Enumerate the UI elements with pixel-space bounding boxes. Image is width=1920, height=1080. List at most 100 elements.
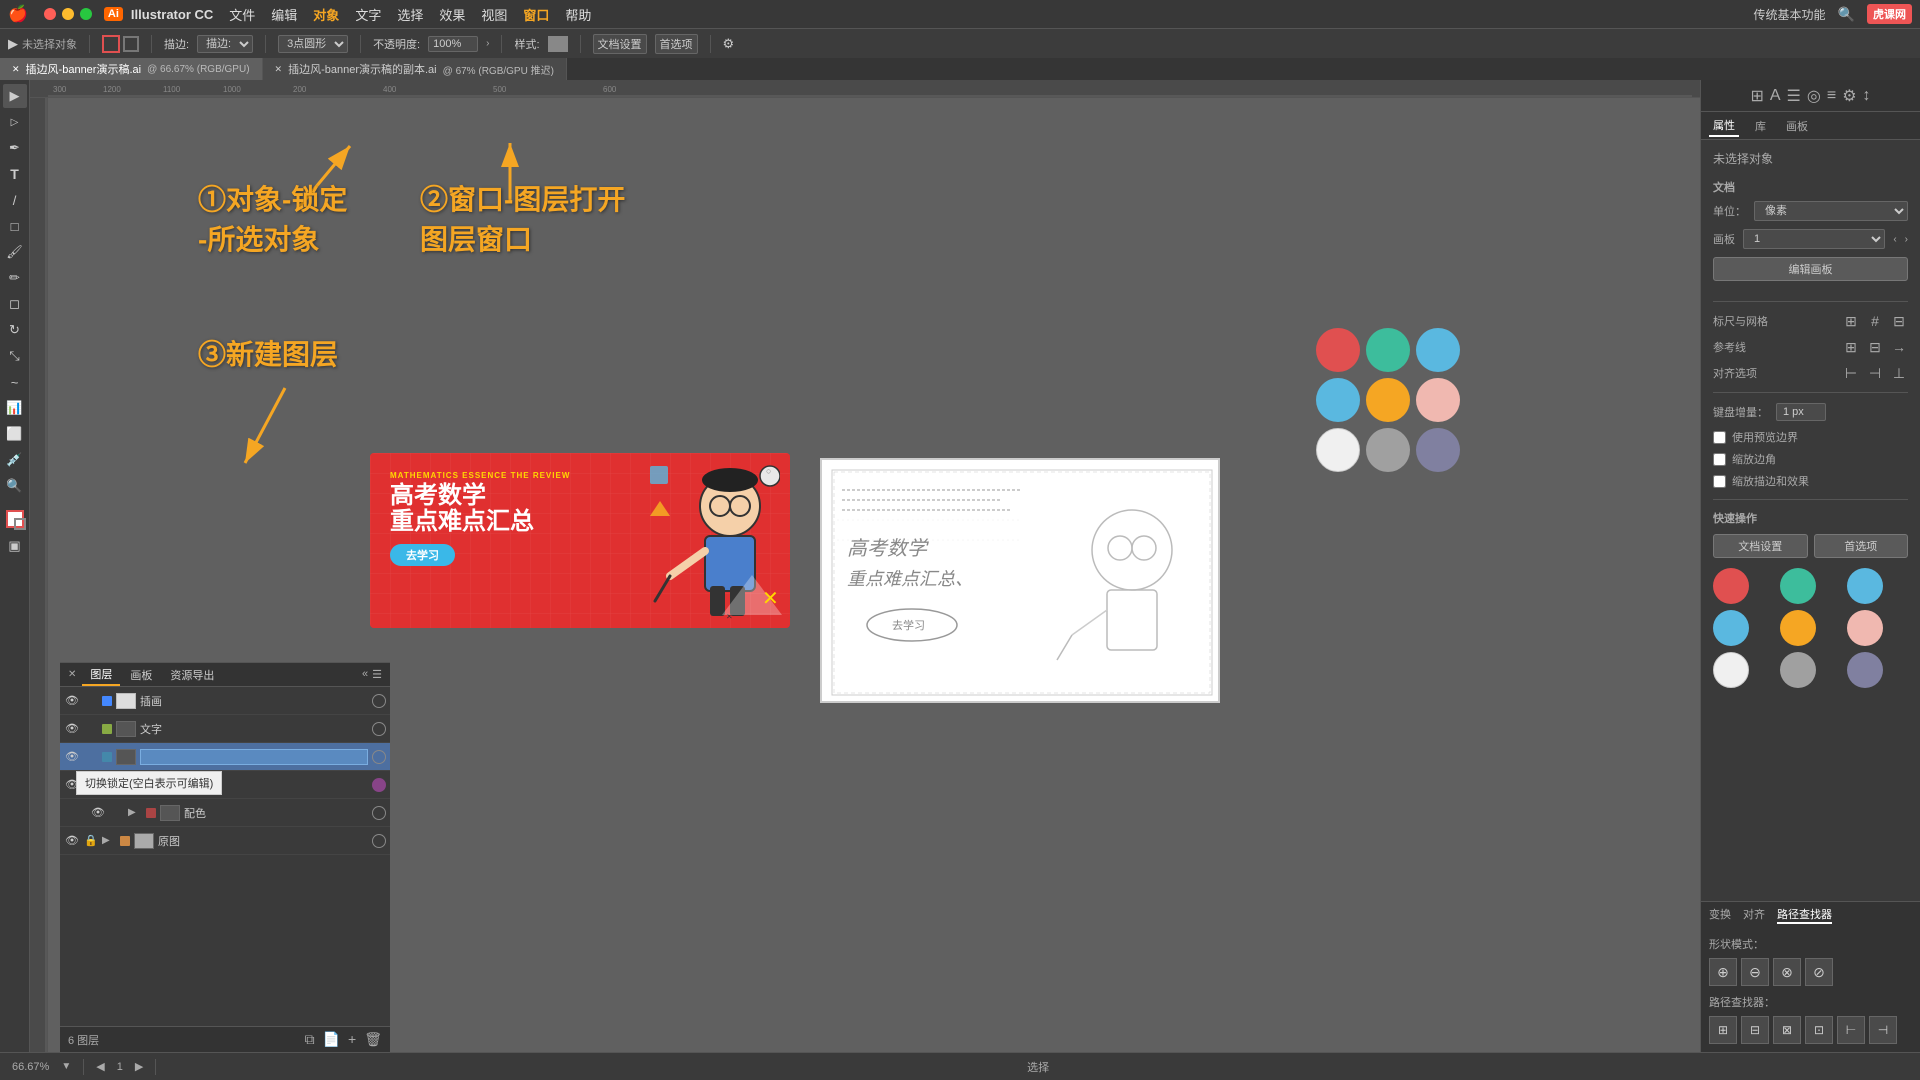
bottom-tab-pathfinder[interactable]: 路径查找器 bbox=[1777, 906, 1832, 924]
layer-expand-5[interactable]: ▶ bbox=[128, 807, 142, 818]
swatch-2[interactable] bbox=[1780, 568, 1816, 604]
create-new-layer-btn[interactable]: + bbox=[348, 1031, 356, 1048]
right-icon-2[interactable]: A bbox=[1770, 87, 1781, 105]
panel-close-btn[interactable]: ✕ bbox=[68, 669, 76, 680]
tab-2[interactable]: ✕ 插边风-banner演示稿的副本.ai @ 67% (RGB/GPU 推迟) bbox=[263, 58, 567, 80]
layer-target-6[interactable] bbox=[372, 834, 386, 848]
align-icon-1[interactable]: ⊢ bbox=[1842, 364, 1860, 382]
shape-tool[interactable]: □ bbox=[3, 214, 27, 238]
right-icon-5[interactable]: ≡ bbox=[1827, 87, 1836, 105]
tab-asset-export[interactable]: 资源导出 bbox=[162, 665, 222, 685]
layer-lock-3[interactable] bbox=[84, 750, 98, 764]
layer-vis-3[interactable]: 👁 bbox=[64, 749, 80, 765]
layer-lock-6[interactable]: 🔒 bbox=[84, 834, 98, 848]
quick-doc-settings-btn[interactable]: 文档设置 bbox=[1713, 534, 1808, 558]
rpt-library[interactable]: 库 bbox=[1751, 116, 1770, 136]
zoom-display[interactable]: 66.67% bbox=[12, 1061, 49, 1073]
search-icon[interactable]: 🔍 bbox=[1838, 6, 1855, 23]
zoom-tool[interactable]: 🔍 bbox=[3, 474, 27, 498]
rpt-artboards[interactable]: 画板 bbox=[1782, 116, 1812, 136]
minimize-button[interactable] bbox=[62, 8, 74, 20]
type-tool[interactable]: T bbox=[3, 162, 27, 186]
menu-select[interactable]: 选择 bbox=[397, 5, 423, 24]
bottom-tab-transform[interactable]: 变换 bbox=[1709, 906, 1731, 924]
stroke-style-select[interactable]: 描边: bbox=[197, 35, 253, 53]
right-icon-6[interactable]: ⚙ bbox=[1842, 86, 1856, 106]
scale-tool[interactable]: ⤡ bbox=[3, 344, 27, 368]
layer-lock-1[interactable] bbox=[84, 694, 98, 708]
apple-menu[interactable]: 🍎 bbox=[8, 4, 28, 24]
layer-target-5[interactable] bbox=[372, 806, 386, 820]
layer-row-5[interactable]: 👁 ▶ 配色 bbox=[60, 799, 390, 827]
layer-row-2[interactable]: 👁 文字 bbox=[60, 715, 390, 743]
workspace-selector[interactable]: 传统基本功能 bbox=[1754, 6, 1826, 23]
artboard-nav-prev[interactable]: ‹ bbox=[1893, 234, 1896, 245]
artboard-nav-right[interactable]: ▶ bbox=[135, 1060, 143, 1073]
layer-target-4[interactable] bbox=[372, 778, 386, 792]
shape-mode-intersect[interactable]: ⊗ bbox=[1773, 958, 1801, 986]
change-screen-mode[interactable]: ▣ bbox=[3, 534, 27, 558]
pf-btn-1[interactable]: ⊞ bbox=[1709, 1016, 1737, 1044]
fill-stroke-widget[interactable] bbox=[6, 510, 24, 528]
panel-collapse-btn[interactable]: « bbox=[362, 668, 368, 681]
delete-layer-btn[interactable]: 🗑 bbox=[364, 1031, 382, 1048]
align-icon-2[interactable]: ⊣ bbox=[1866, 364, 1884, 382]
stroke-color[interactable] bbox=[123, 36, 139, 52]
scale-effects-checkbox[interactable] bbox=[1713, 475, 1726, 488]
menu-window[interactable]: 窗口 bbox=[523, 5, 549, 24]
tab-1-close[interactable]: ✕ bbox=[12, 64, 20, 75]
grid-icon-2[interactable]: # bbox=[1866, 312, 1884, 330]
zoom-down-icon[interactable]: ▼ bbox=[61, 1061, 71, 1072]
rpt-properties[interactable]: 属性 bbox=[1709, 115, 1739, 137]
pf-btn-4[interactable]: ⊡ bbox=[1805, 1016, 1833, 1044]
round-corners-checkbox[interactable] bbox=[1713, 453, 1726, 466]
layer-target-3[interactable] bbox=[372, 750, 386, 764]
tab-2-close[interactable]: ✕ bbox=[275, 64, 283, 75]
fill-color[interactable] bbox=[102, 35, 120, 53]
right-icon-3[interactable]: ☰ bbox=[1787, 86, 1801, 106]
quick-preferences-btn[interactable]: 首选项 bbox=[1814, 534, 1909, 558]
layer-target-2[interactable] bbox=[372, 722, 386, 736]
menu-object[interactable]: 对象 bbox=[313, 5, 339, 24]
style-swatch[interactable] bbox=[548, 36, 568, 52]
swatch-3[interactable] bbox=[1847, 568, 1883, 604]
tab-1[interactable]: ✕ 插边风-banner演示稿.ai @ 66.67% (RGB/GPU) bbox=[0, 58, 263, 80]
menu-edit[interactable]: 编辑 bbox=[271, 5, 297, 24]
direct-select-tool[interactable]: ▷ bbox=[3, 110, 27, 134]
menu-help[interactable]: 帮助 bbox=[565, 5, 591, 24]
layer-expand-6[interactable]: ▶ bbox=[102, 835, 116, 846]
layer-vis-6[interactable]: 👁 bbox=[64, 833, 80, 849]
shape-select[interactable]: 3点圆形 bbox=[278, 35, 348, 53]
swatch-7[interactable] bbox=[1713, 652, 1749, 688]
create-new-sublayer-btn[interactable]: 📄 bbox=[323, 1031, 340, 1048]
line-tool[interactable]: / bbox=[3, 188, 27, 212]
layer-row-6[interactable]: 👁 🔒 ▶ 原图 bbox=[60, 827, 390, 855]
shape-mode-exclude[interactable]: ⊘ bbox=[1805, 958, 1833, 986]
unit-select[interactable]: 像素 bbox=[1754, 201, 1908, 221]
close-button[interactable] bbox=[44, 8, 56, 20]
pf-btn-5[interactable]: ⊢ bbox=[1837, 1016, 1865, 1044]
layer-vis-5[interactable]: 👁 bbox=[90, 805, 106, 821]
layer-row-1[interactable]: 👁 插画 bbox=[60, 687, 390, 715]
align-icon-3[interactable]: ⊥ bbox=[1890, 364, 1908, 382]
layer-vis-1[interactable]: 👁 bbox=[64, 693, 80, 709]
artboard-nav-next[interactable]: › bbox=[1905, 234, 1908, 245]
eyedropper-tool[interactable]: 💉 bbox=[3, 448, 27, 472]
swatch-9[interactable] bbox=[1847, 652, 1883, 688]
layer-row-4[interactable]: 👁 ▶ 配色 bbox=[60, 771, 390, 799]
layer-expand-4[interactable]: ▶ bbox=[102, 779, 116, 790]
layer-lock-2[interactable] bbox=[84, 722, 98, 736]
pf-btn-6[interactable]: ⊣ bbox=[1869, 1016, 1897, 1044]
layer-row-3[interactable]: 👁 切换锁定(空白表示可编辑) bbox=[60, 743, 390, 771]
grid-icon-1[interactable]: ⊞ bbox=[1842, 312, 1860, 330]
preferences-btn[interactable]: 首选项 bbox=[655, 34, 698, 54]
right-icon-4[interactable]: ◎ bbox=[1807, 86, 1821, 106]
pencil-tool[interactable]: ✏ bbox=[3, 266, 27, 290]
snap-value-input[interactable] bbox=[1776, 403, 1826, 421]
artboard-tool[interactable]: ⬜ bbox=[3, 422, 27, 446]
menu-effect[interactable]: 效果 bbox=[439, 5, 465, 24]
menu-view[interactable]: 视图 bbox=[481, 5, 507, 24]
select-tool[interactable]: ▶ bbox=[3, 84, 27, 108]
grid-icon-3[interactable]: ⊟ bbox=[1890, 312, 1908, 330]
edit-artboard-btn[interactable]: 编辑画板 bbox=[1713, 257, 1908, 281]
